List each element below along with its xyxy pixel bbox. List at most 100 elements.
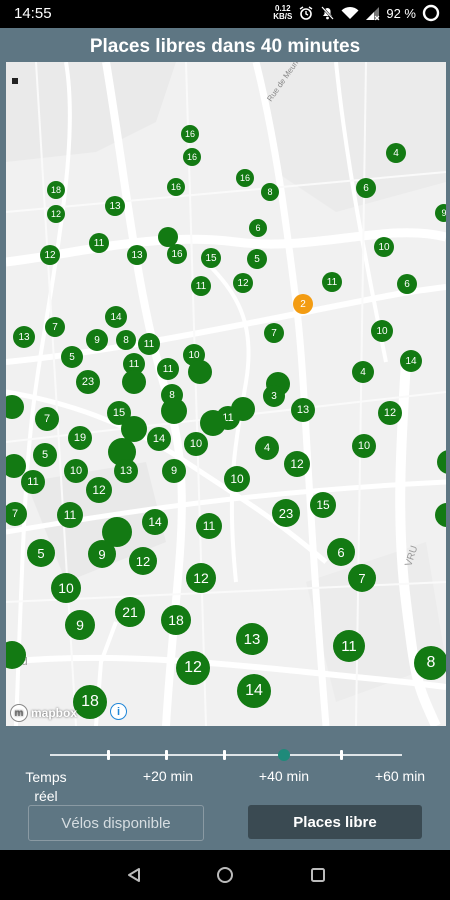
parking-marker[interactable]: 23 bbox=[76, 370, 100, 394]
parking-marker[interactable]: 12 bbox=[86, 477, 112, 503]
home-icon[interactable] bbox=[216, 866, 234, 884]
parking-marker[interactable]: 19 bbox=[68, 426, 92, 450]
parking-marker[interactable]: 13 bbox=[236, 623, 268, 655]
parking-marker[interactable]: 6 bbox=[327, 538, 355, 566]
parking-marker[interactable]: 6 bbox=[356, 178, 376, 198]
parking-marker[interactable]: 11 bbox=[89, 233, 109, 253]
wifi-icon bbox=[341, 6, 359, 19]
parking-marker[interactable]: 16 bbox=[167, 178, 185, 196]
parking-marker[interactable]: 9 bbox=[86, 329, 108, 351]
parking-marker[interactable]: 11 bbox=[157, 358, 179, 380]
parking-marker[interactable]: 5 bbox=[33, 443, 57, 467]
parking-marker[interactable]: 12 bbox=[40, 245, 60, 265]
parking-marker[interactable]: 13 bbox=[114, 459, 138, 483]
parking-marker[interactable]: 2 bbox=[293, 294, 313, 314]
slider-label-20: +20 min bbox=[142, 768, 194, 784]
parking-marker[interactable]: 4 bbox=[386, 143, 406, 163]
parking-marker[interactable]: 12 bbox=[233, 273, 253, 293]
page-title: Places libres dans 40 minutes bbox=[89, 36, 361, 57]
parking-marker[interactable]: 16 bbox=[167, 244, 187, 264]
parking-marker[interactable]: 18 bbox=[161, 605, 191, 635]
status-icons: 0.12 KB/S 92 % bbox=[273, 4, 440, 22]
parking-marker[interactable]: 5 bbox=[61, 346, 83, 368]
slider-thumb[interactable] bbox=[278, 749, 290, 761]
parking-marker[interactable]: 5 bbox=[27, 539, 55, 567]
parking-marker[interactable]: 7 bbox=[348, 564, 376, 592]
parking-marker[interactable]: 8 bbox=[261, 183, 279, 201]
parking-marker[interactable]: 9 bbox=[162, 459, 186, 483]
status-bar: 14:55 0.12 KB/S 92 % bbox=[0, 0, 450, 28]
parking-marker[interactable] bbox=[188, 360, 212, 384]
parking-marker[interactable]: 12 bbox=[129, 547, 157, 575]
places-libre-button[interactable]: Places libre bbox=[248, 805, 422, 839]
compass-icon[interactable] bbox=[12, 78, 18, 84]
map-view[interactable]: Rue de Meun VRU Sud 16164161686181312961… bbox=[6, 62, 446, 726]
parking-marker[interactable]: 10 bbox=[51, 573, 81, 603]
parking-marker[interactable]: 12 bbox=[284, 451, 310, 477]
parking-marker[interactable]: 8 bbox=[116, 330, 136, 350]
parking-marker[interactable]: 13 bbox=[127, 245, 147, 265]
parking-marker[interactable]: 14 bbox=[237, 674, 271, 708]
parking-marker[interactable]: 14 bbox=[147, 427, 171, 451]
parking-marker[interactable]: 11 bbox=[333, 630, 365, 662]
parking-marker[interactable]: 7 bbox=[35, 407, 59, 431]
parking-marker[interactable]: 14 bbox=[105, 306, 127, 328]
parking-marker[interactable]: 7 bbox=[45, 317, 65, 337]
parking-marker[interactable]: 9 bbox=[88, 540, 116, 568]
parking-marker[interactable]: 10 bbox=[352, 434, 376, 458]
slider-track bbox=[50, 754, 402, 756]
parking-marker[interactable]: 11 bbox=[138, 333, 160, 355]
slider-label-temps-reel: Temps réel bbox=[25, 769, 67, 804]
slider-label-60: +60 min bbox=[374, 768, 426, 784]
parking-marker[interactable]: 10 bbox=[374, 237, 394, 257]
parking-marker[interactable]: 12 bbox=[186, 563, 216, 593]
parking-marker[interactable]: 11 bbox=[322, 272, 342, 292]
time-slider[interactable] bbox=[50, 749, 402, 761]
mapbox-logo-icon: m bbox=[10, 704, 28, 722]
parking-marker[interactable] bbox=[200, 410, 226, 436]
parking-marker[interactable]: 12 bbox=[378, 401, 402, 425]
parking-marker[interactable]: 4 bbox=[352, 361, 374, 383]
parking-marker[interactable] bbox=[161, 398, 187, 424]
parking-marker[interactable]: 11 bbox=[21, 470, 45, 494]
parking-marker[interactable]: 11 bbox=[196, 513, 222, 539]
back-icon[interactable] bbox=[126, 867, 142, 883]
parking-marker[interactable]: 18 bbox=[73, 685, 107, 719]
parking-marker[interactable]: 21 bbox=[115, 597, 145, 627]
info-icon[interactable]: i bbox=[110, 703, 127, 720]
parking-marker[interactable]: 9 bbox=[435, 204, 446, 222]
parking-marker[interactable]: 10 bbox=[184, 432, 208, 456]
parking-marker[interactable]: 3 bbox=[263, 385, 285, 407]
parking-marker[interactable]: 14 bbox=[142, 509, 168, 535]
parking-marker[interactable]: 12 bbox=[47, 205, 65, 223]
parking-marker[interactable]: 8 bbox=[414, 646, 446, 680]
parking-marker[interactable]: 10 bbox=[224, 466, 250, 492]
slider-tick bbox=[223, 750, 226, 760]
parking-marker[interactable]: 5 bbox=[247, 249, 267, 269]
parking-marker[interactable]: 16 bbox=[236, 169, 254, 187]
parking-marker[interactable]: 13 bbox=[291, 398, 315, 422]
parking-marker[interactable]: 13 bbox=[105, 196, 125, 216]
parking-marker[interactable]: 12 bbox=[176, 651, 210, 685]
parking-marker[interactable]: 10 bbox=[64, 459, 88, 483]
parking-marker[interactable]: 7 bbox=[264, 323, 284, 343]
parking-marker[interactable]: 6 bbox=[397, 274, 417, 294]
parking-marker[interactable]: 16 bbox=[181, 125, 199, 143]
parking-marker[interactable]: 14 bbox=[400, 350, 422, 372]
parking-marker[interactable]: 18 bbox=[47, 181, 65, 199]
parking-marker[interactable]: 10 bbox=[371, 320, 393, 342]
recents-icon[interactable] bbox=[310, 867, 326, 883]
parking-marker[interactable]: 16 bbox=[183, 148, 201, 166]
parking-marker[interactable]: 23 bbox=[272, 499, 300, 527]
parking-marker[interactable] bbox=[122, 370, 146, 394]
parking-marker[interactable]: 15 bbox=[310, 492, 336, 518]
parking-marker[interactable]: 4 bbox=[255, 436, 279, 460]
slider-tick bbox=[165, 750, 168, 760]
parking-marker[interactable]: 9 bbox=[65, 610, 95, 640]
parking-marker[interactable]: 6 bbox=[249, 219, 267, 237]
parking-marker[interactable]: 11 bbox=[57, 502, 83, 528]
parking-marker[interactable]: 11 bbox=[191, 276, 211, 296]
parking-marker[interactable]: 15 bbox=[201, 248, 221, 268]
parking-marker[interactable]: 13 bbox=[13, 326, 35, 348]
velos-disponible-button[interactable]: Vélos disponible bbox=[28, 805, 204, 841]
